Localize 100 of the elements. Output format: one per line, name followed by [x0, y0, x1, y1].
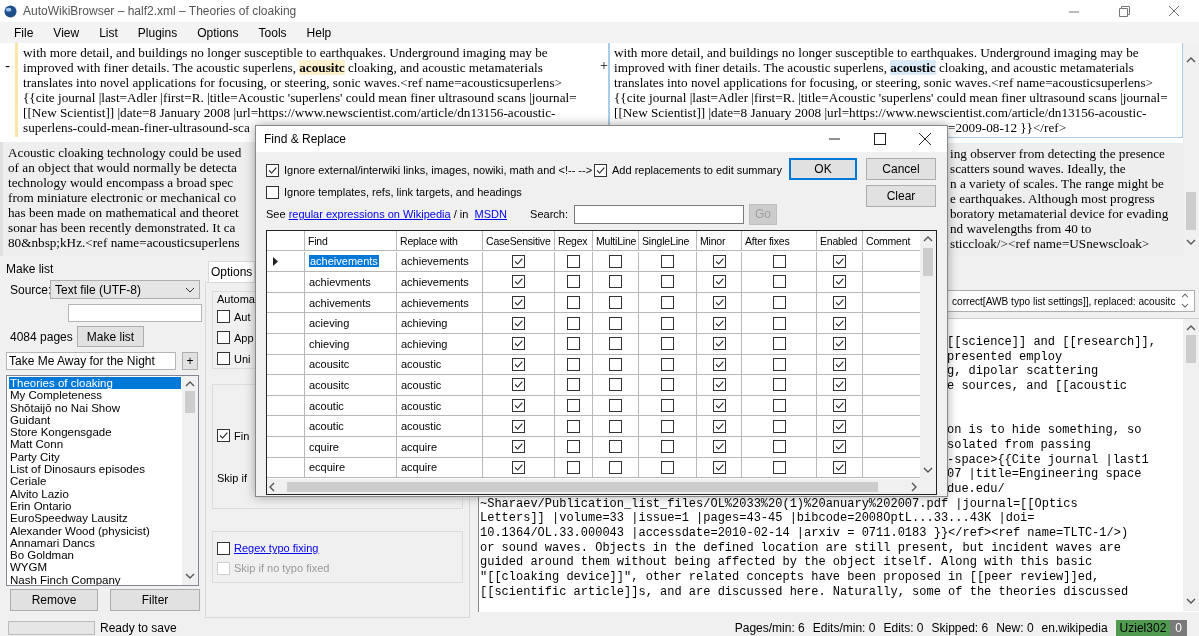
checkbox[interactable]	[833, 378, 846, 392]
page-entry[interactable]: Annamari Dancs	[9, 536, 180, 550]
checkbox[interactable]	[661, 357, 674, 371]
checkbox[interactable]	[567, 357, 580, 371]
checkbox[interactable]	[712, 254, 726, 268]
scroll-thumb[interactable]	[1186, 335, 1196, 363]
scroll-thumb[interactable]	[185, 391, 195, 413]
input-field[interactable]: Take Me Away for the Night	[6, 352, 176, 370]
checkbox[interactable]	[833, 296, 846, 310]
column-header[interactable]: Minor	[697, 231, 742, 251]
checkbox[interactable]	[217, 352, 230, 365]
column-header[interactable]: SingleLine	[639, 231, 697, 251]
checkbox[interactable]	[512, 316, 525, 330]
checkbox[interactable]	[609, 419, 622, 433]
table-cell[interactable]: acoutic	[305, 395, 397, 417]
table-cell[interactable]: acieving	[305, 313, 397, 334]
table-cell[interactable]: acoustic	[397, 375, 483, 396]
checkbox[interactable]	[512, 419, 525, 433]
table-cell[interactable]: acoustic	[397, 395, 483, 417]
checkbox[interactable]	[567, 440, 580, 454]
table-cell[interactable]: cquire	[305, 436, 397, 458]
checkbox[interactable]	[833, 460, 846, 474]
page-entry[interactable]: Erin Ontario	[9, 499, 180, 513]
checkbox[interactable]	[609, 460, 622, 474]
checkbox[interactable]	[661, 254, 674, 268]
remove-button[interactable]: Remove	[10, 589, 98, 611]
table-cell[interactable]: chieving	[305, 333, 397, 355]
page-entry[interactable]: Shōtaijō no Nai Show	[9, 401, 180, 414]
link[interactable]: Regex typo fixing	[234, 542, 319, 554]
link[interactable]: MSDN	[474, 208, 507, 220]
checkbox[interactable]	[266, 185, 279, 199]
checkbox[interactable]	[609, 296, 622, 310]
checkbox[interactable]	[833, 254, 846, 268]
table-cell[interactable]: acousitc	[305, 375, 397, 396]
table-cell[interactable]: acoutic	[305, 416, 397, 437]
add-button[interactable]: +	[182, 352, 198, 370]
ok-button[interactable]: OK	[789, 158, 857, 180]
checkbox[interactable]	[772, 419, 786, 433]
checkbox[interactable]	[609, 378, 622, 392]
checkbox[interactable]	[609, 440, 622, 454]
table-cell[interactable]: achievements	[397, 251, 483, 273]
page-entry[interactable]: Party City	[9, 450, 180, 464]
page-entry[interactable]: Bo Goldman	[9, 549, 180, 562]
checkbox[interactable]	[661, 440, 674, 454]
checkbox[interactable]	[609, 275, 622, 289]
menu-item[interactable]: Plugins	[130, 25, 185, 40]
scroll-thumb[interactable]	[923, 248, 933, 276]
menu-item[interactable]: File	[7, 25, 41, 40]
checkbox[interactable]	[661, 460, 674, 474]
column-header[interactable]: After fixes	[742, 231, 817, 251]
checkbox[interactable]	[512, 378, 525, 392]
tab[interactable]: Options	[208, 261, 256, 282]
checkbox[interactable]	[772, 254, 786, 268]
checkbox[interactable]	[567, 378, 580, 392]
checkbox[interactable]	[712, 337, 726, 351]
checkbox[interactable]	[567, 254, 580, 268]
checkbox[interactable]	[712, 316, 726, 330]
checkbox[interactable]	[661, 378, 674, 392]
page-entry[interactable]: Matt Conn	[9, 438, 180, 451]
checkbox[interactable]	[609, 254, 622, 268]
filter-button[interactable]: Filter	[110, 589, 200, 611]
clear-button[interactable]: Clear	[866, 185, 936, 207]
horizontal-scrollbar[interactable]	[267, 479, 936, 494]
checkbox[interactable]	[567, 419, 580, 433]
row-header[interactable]	[267, 251, 305, 273]
checkbox[interactable]	[217, 331, 230, 344]
page-entry[interactable]: Store Kongensgade	[9, 426, 180, 439]
checkbox[interactable]	[772, 316, 786, 330]
checkbox[interactable]	[609, 357, 622, 371]
scrollbar[interactable]	[182, 376, 198, 585]
page-entry[interactable]: Ceriale	[9, 475, 180, 488]
checkbox[interactable]	[661, 419, 674, 433]
checkbox[interactable]	[772, 399, 786, 413]
checkbox[interactable]	[567, 337, 580, 351]
table-cell[interactable]: acoustic	[397, 354, 483, 376]
table-cell[interactable]: acousitc	[305, 354, 397, 376]
checkbox[interactable]	[661, 296, 674, 310]
checkbox[interactable]	[772, 337, 786, 351]
link[interactable]: regular expressions on Wikipedia	[288, 208, 451, 220]
replacements-table[interactable]	[266, 230, 937, 495]
scrollbar[interactable]	[1183, 319, 1199, 611]
menu-item[interactable]: Help	[299, 25, 339, 40]
input-field[interactable]	[68, 304, 202, 322]
column-header[interactable]: CaseSensitive	[483, 231, 555, 251]
checkbox[interactable]	[712, 378, 726, 392]
checkbox[interactable]	[512, 254, 525, 268]
page-entry[interactable]: Guidant	[9, 413, 180, 427]
checkbox[interactable]	[217, 429, 230, 442]
chevron-up-icon[interactable]	[1180, 292, 1190, 301]
table-cell[interactable]: achievements	[397, 292, 483, 314]
column-header[interactable]: Regex	[555, 231, 593, 251]
checkbox[interactable]	[512, 399, 525, 413]
menu-item[interactable]: Options	[190, 25, 246, 40]
checkbox[interactable]	[772, 296, 786, 310]
checkbox[interactable]	[512, 357, 525, 371]
checkbox[interactable]	[594, 163, 607, 177]
menu-item[interactable]: List	[92, 25, 125, 40]
table-cell[interactable]: acheivements	[305, 251, 397, 273]
checkbox[interactable]	[512, 337, 525, 351]
checkbox[interactable]	[833, 440, 846, 454]
